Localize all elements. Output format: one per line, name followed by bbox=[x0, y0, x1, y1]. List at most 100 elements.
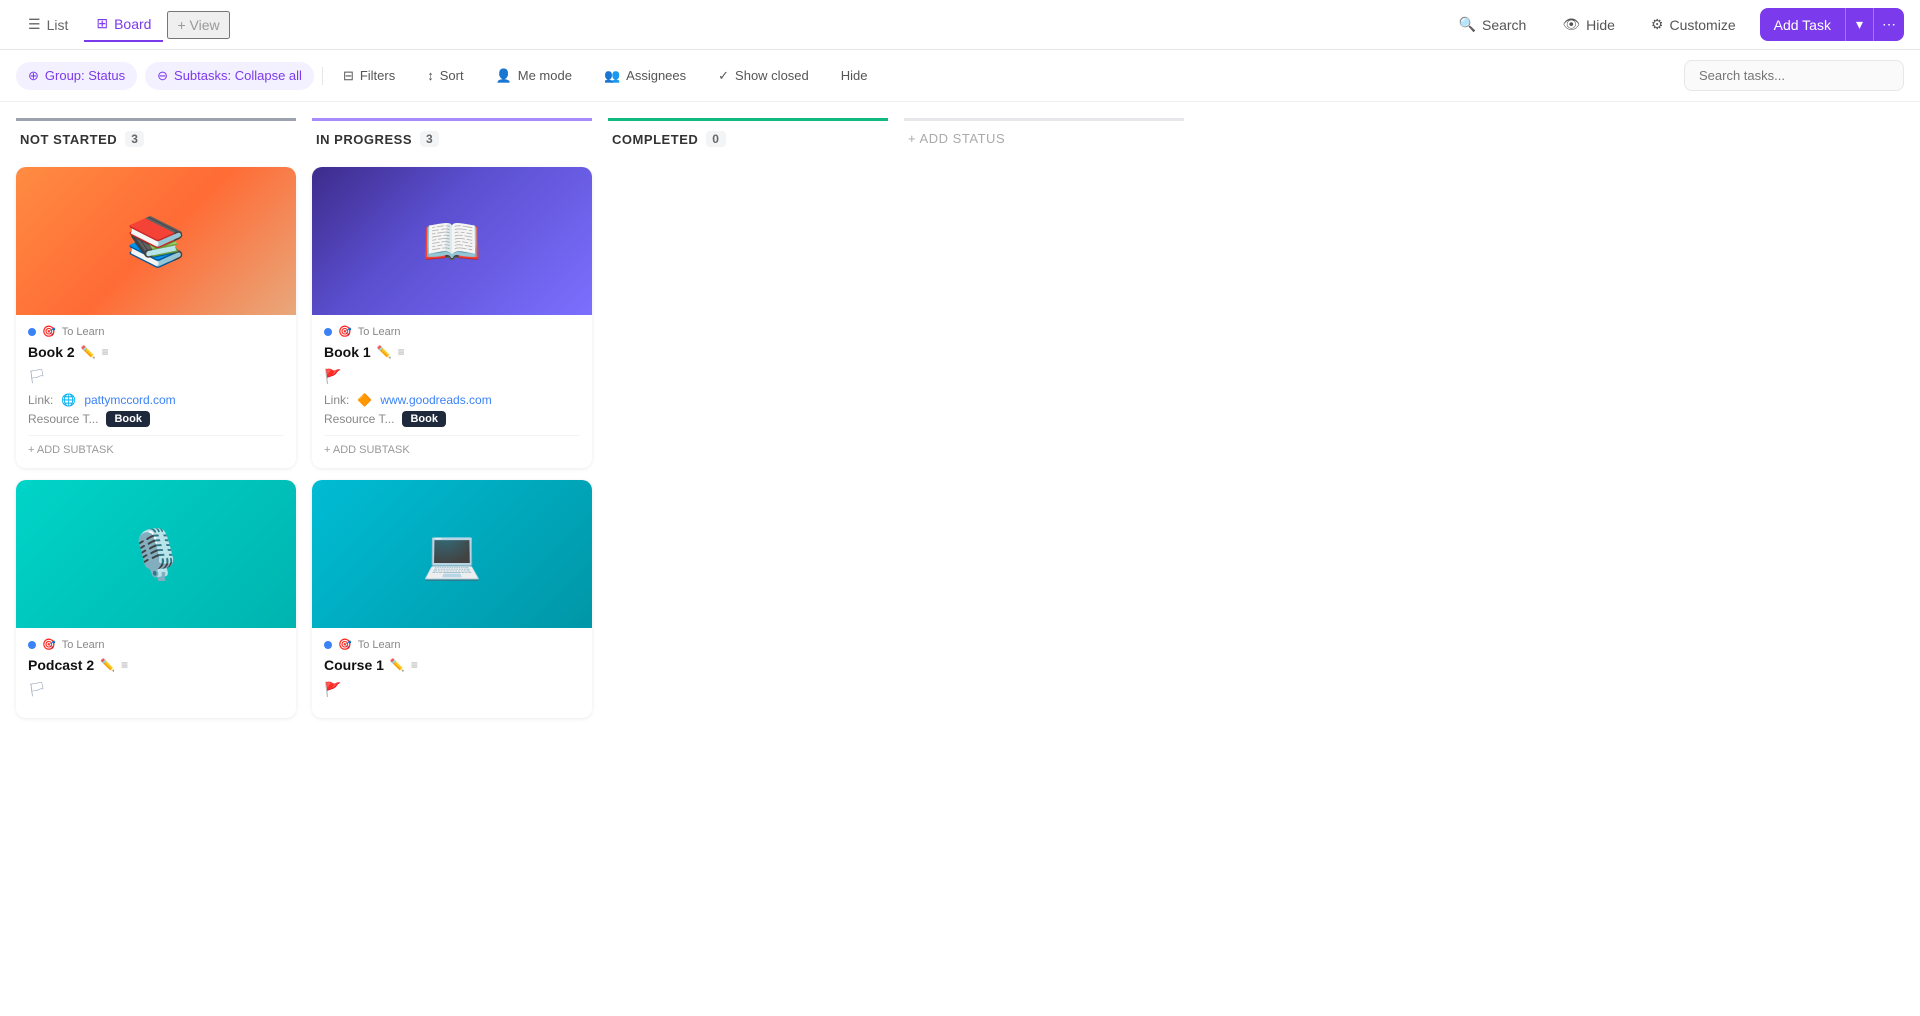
meta-emoji-book1: 🎯 bbox=[338, 325, 352, 338]
eye-icon: 👁 bbox=[1562, 16, 1580, 33]
gear-icon: ⚙ bbox=[1651, 16, 1664, 33]
list-icon: ☰ bbox=[28, 16, 41, 33]
podcast2-emoji: 🎙️ bbox=[126, 526, 186, 583]
assignees-button[interactable]: 👥 Assignees bbox=[592, 62, 698, 90]
edit-icon-book1[interactable]: ✏️ bbox=[377, 345, 392, 359]
sort-button[interactable]: ↕ Sort bbox=[415, 62, 475, 89]
add-task-button[interactable]: Add Task ▾ ⋯ bbox=[1760, 8, 1904, 41]
sort-label: Sort bbox=[440, 68, 464, 83]
card-title-podcast2: Podcast 2 ✏️ ≡ bbox=[28, 657, 284, 673]
filters-button[interactable]: ⊟ Filters bbox=[331, 62, 407, 90]
add-task-label[interactable]: Add Task bbox=[1760, 9, 1845, 41]
group-status-chip[interactable]: ⊕ Group: Status bbox=[16, 62, 137, 90]
column-not-started: NOT STARTED 3 📚 🎯 To Learn Book 2 ✏️ ≡ 🏳 bbox=[16, 118, 296, 730]
sort-icon: ↕ bbox=[427, 68, 434, 83]
board: NOT STARTED 3 📚 🎯 To Learn Book 2 ✏️ ≡ 🏳 bbox=[0, 102, 1920, 1016]
hide-toolbar-button[interactable]: Hide bbox=[829, 62, 880, 89]
card-flag-book1: 🚩 bbox=[324, 368, 580, 385]
add-task-caret-icon[interactable]: ▾ bbox=[1845, 8, 1873, 41]
column-in-progress: IN PROGRESS 3 📖 🎯 To Learn Book 1 ✏️ ≡ 🚩 bbox=[312, 118, 592, 730]
board-icon: ⊞ bbox=[96, 15, 108, 32]
meta-emoji-course1: 🎯 bbox=[338, 638, 352, 651]
title-text-course1: Course 1 bbox=[324, 657, 384, 673]
menu-icon-course1[interactable]: ≡ bbox=[411, 658, 418, 672]
show-closed-icon: ✓ bbox=[718, 68, 729, 84]
card-meta-book1: 🎯 To Learn bbox=[324, 325, 580, 338]
meta-label-book1: To Learn bbox=[358, 326, 401, 338]
card-image-book2: 📚 bbox=[16, 167, 296, 315]
link-text-book1[interactable]: www.goodreads.com bbox=[380, 393, 491, 407]
tab-list[interactable]: ☰ List bbox=[16, 8, 80, 41]
hide-label: Hide bbox=[1586, 17, 1615, 33]
column-header-completed: COMPLETED 0 bbox=[608, 118, 888, 157]
edit-icon-book2[interactable]: ✏️ bbox=[81, 345, 96, 359]
menu-icon-book1[interactable]: ≡ bbox=[398, 345, 405, 359]
column-add-status[interactable]: + ADD STATUS bbox=[904, 118, 1184, 166]
menu-icon-book2[interactable]: ≡ bbox=[102, 345, 109, 359]
meta-label-book2: To Learn bbox=[62, 326, 105, 338]
tag-book2: Book bbox=[106, 411, 150, 427]
me-mode-button[interactable]: 👤 Me mode bbox=[484, 62, 584, 90]
card-image-podcast2: 🎙️ bbox=[16, 480, 296, 628]
completed-label: COMPLETED bbox=[612, 132, 698, 147]
tab-board[interactable]: ⊞ Board bbox=[84, 7, 163, 42]
card-image-book1: 📖 bbox=[312, 167, 592, 315]
completed-count: 0 bbox=[706, 131, 725, 147]
subtasks-icon: ⊖ bbox=[157, 68, 168, 84]
tag-book1: Book bbox=[402, 411, 446, 427]
card-link-row-book2: Link: 🌐 pattymccord.com bbox=[28, 393, 284, 407]
show-closed-label: Show closed bbox=[735, 68, 809, 83]
card-flag-book2: 🏳 bbox=[28, 368, 284, 385]
search-label: Search bbox=[1482, 17, 1526, 33]
title-text-podcast2: Podcast 2 bbox=[28, 657, 94, 673]
card-link-row-book1: Link: 🔶 www.goodreads.com bbox=[324, 393, 580, 407]
tab-list-label: List bbox=[47, 17, 69, 33]
tab-view-label: + View bbox=[177, 17, 219, 33]
card-book1[interactable]: 📖 🎯 To Learn Book 1 ✏️ ≡ 🚩 Link: 🔶 www bbox=[312, 167, 592, 468]
card-body-course1: 🎯 To Learn Course 1 ✏️ ≡ 🚩 bbox=[312, 628, 592, 718]
subtasks-chip[interactable]: ⊖ Subtasks: Collapse all bbox=[145, 62, 314, 90]
card-meta-book2: 🎯 To Learn bbox=[28, 325, 284, 338]
top-nav-right: 🔍 Search 👁 Hide ⚙ Customize Add Task ▾ ⋯ bbox=[1447, 8, 1904, 41]
card-course1[interactable]: 💻 🎯 To Learn Course 1 ✏️ ≡ 🚩 bbox=[312, 480, 592, 718]
column-header-add-status[interactable]: + ADD STATUS bbox=[904, 118, 1184, 156]
toolbar: ⊕ Group: Status ⊖ Subtasks: Collapse all… bbox=[0, 50, 1920, 102]
column-completed: COMPLETED 0 bbox=[608, 118, 888, 167]
show-closed-button[interactable]: ✓ Show closed bbox=[706, 62, 821, 90]
meta-emoji-podcast2: 🎯 bbox=[42, 638, 56, 651]
card-image-course1: 💻 bbox=[312, 480, 592, 628]
search-icon: 🔍 bbox=[1459, 16, 1476, 33]
not-started-label: NOT STARTED bbox=[20, 132, 117, 147]
group-icon: ⊕ bbox=[28, 68, 39, 84]
assignees-icon: 👥 bbox=[604, 68, 620, 84]
add-subtask-book2[interactable]: + ADD SUBTASK bbox=[28, 435, 284, 456]
column-header-in-progress: IN PROGRESS 3 bbox=[312, 118, 592, 157]
search-tasks-input[interactable] bbox=[1684, 60, 1904, 91]
card-body-book1: 🎯 To Learn Book 1 ✏️ ≡ 🚩 Link: 🔶 www.goo… bbox=[312, 315, 592, 468]
edit-icon-course1[interactable]: ✏️ bbox=[390, 658, 405, 672]
card-book2[interactable]: 📚 🎯 To Learn Book 2 ✏️ ≡ 🏳 Link: 🌐 pat bbox=[16, 167, 296, 468]
menu-icon-podcast2[interactable]: ≡ bbox=[121, 658, 128, 672]
card-body-podcast2: 🎯 To Learn Podcast 2 ✏️ ≡ 🏳 bbox=[16, 628, 296, 718]
divider-1 bbox=[322, 67, 323, 85]
tab-view[interactable]: + View bbox=[167, 11, 229, 39]
group-status-label: Group: Status bbox=[45, 68, 125, 83]
link-icon-book2: 🌐 bbox=[61, 393, 76, 407]
title-text-book1: Book 1 bbox=[324, 344, 371, 360]
link-text-book2[interactable]: pattymccord.com bbox=[84, 393, 175, 407]
edit-icon-podcast2[interactable]: ✏️ bbox=[100, 658, 115, 672]
assignees-label: Assignees bbox=[626, 68, 686, 83]
link-label-book2: Link: bbox=[28, 393, 53, 407]
card-title-book1: Book 1 ✏️ ≡ bbox=[324, 344, 580, 360]
filters-icon: ⊟ bbox=[343, 68, 354, 84]
customize-button[interactable]: ⚙ Customize bbox=[1639, 10, 1748, 39]
in-progress-count: 3 bbox=[420, 131, 439, 147]
hide-button[interactable]: 👁 Hide bbox=[1550, 10, 1627, 39]
add-task-extra-icon[interactable]: ⋯ bbox=[1873, 8, 1904, 41]
card-resource-row-book2: Resource T... Book bbox=[28, 411, 284, 427]
add-subtask-book1[interactable]: + ADD SUBTASK bbox=[324, 435, 580, 456]
book1-emoji: 📖 bbox=[422, 213, 482, 270]
search-button[interactable]: 🔍 Search bbox=[1447, 10, 1539, 39]
card-podcast2[interactable]: 🎙️ 🎯 To Learn Podcast 2 ✏️ ≡ 🏳 bbox=[16, 480, 296, 718]
me-mode-label: Me mode bbox=[518, 68, 572, 83]
